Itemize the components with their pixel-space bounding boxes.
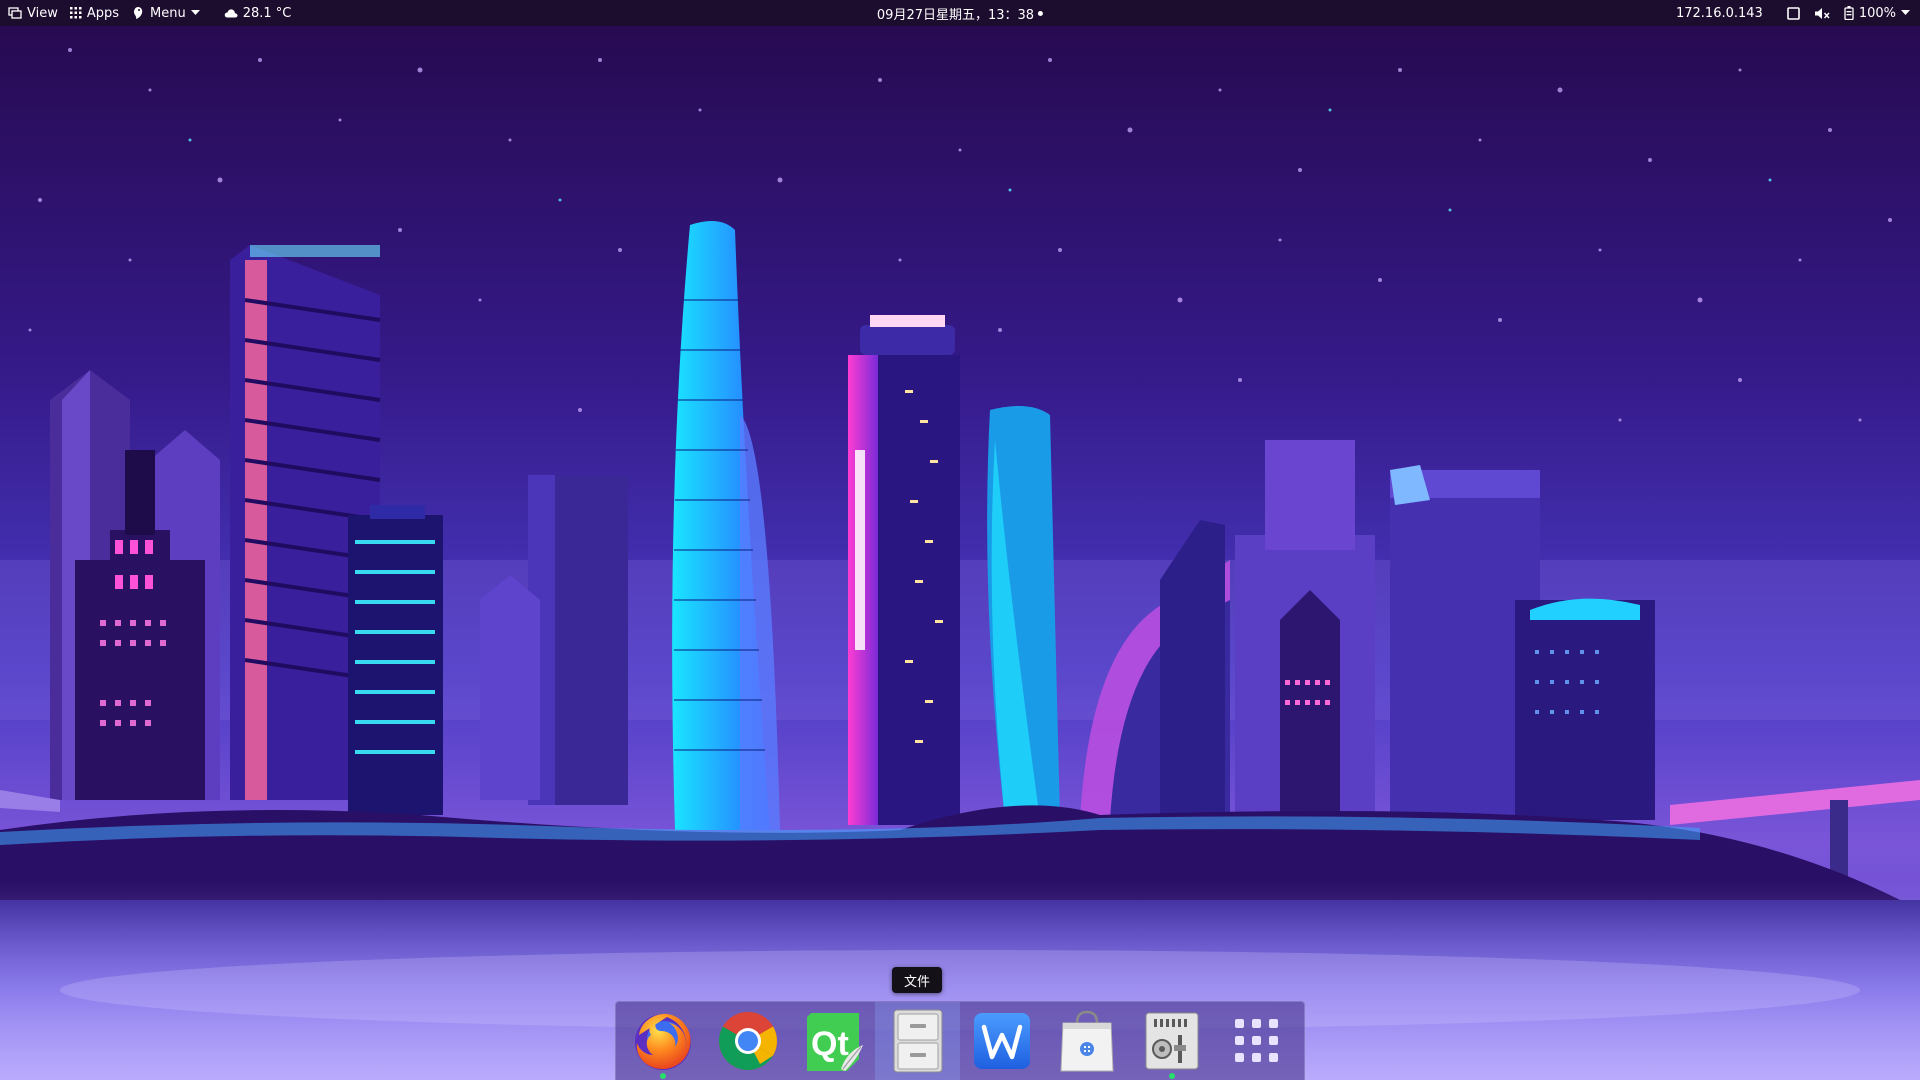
wallpaper [0, 0, 1920, 1080]
view-button[interactable]: View [2, 0, 64, 26]
window-icon [1787, 6, 1800, 20]
chevron-down-icon [190, 10, 200, 16]
wps-icon [972, 1011, 1032, 1071]
firefox-icon [631, 1009, 695, 1073]
panel-left-group: View Apps Menu 28.1 °C [2, 0, 297, 26]
cloud-icon [224, 8, 238, 18]
ip-address-text: 172.16.0.143 [1675, 5, 1763, 21]
menu-label: Menu [150, 5, 186, 21]
battery-text: 100% [1858, 5, 1896, 21]
chevron-down-icon [1901, 10, 1910, 16]
battery-indicator[interactable]: 100% [1838, 0, 1916, 26]
window-indicator[interactable] [1781, 0, 1806, 26]
qt-icon: Qt [801, 1009, 865, 1073]
settings-panel-icon [1142, 1009, 1202, 1073]
dock-item-file-manager[interactable] [875, 1002, 960, 1080]
chrome-icon [716, 1009, 780, 1073]
notification-dot [1038, 10, 1044, 16]
view-label: View [27, 5, 58, 21]
clock[interactable]: 09月27日星期五，13：38 [876, 4, 1044, 23]
menu-icon [131, 6, 145, 20]
battery-icon [1844, 6, 1854, 20]
volume-muted-icon [1814, 7, 1830, 20]
desktop: View Apps Menu 28.1 °C 09月27日星期五，13：38 1… [0, 0, 1920, 1080]
datetime-text: 09月27日星期五，13：38 [876, 7, 1035, 23]
volume-indicator[interactable] [1808, 0, 1836, 26]
apps-button[interactable]: Apps [64, 0, 125, 26]
top-panel: View Apps Menu 28.1 °C 09月27日星期五，13：38 1… [0, 0, 1920, 26]
running-indicator [1168, 1073, 1175, 1079]
dock-item-wps-writer[interactable] [960, 1002, 1045, 1080]
menu-button[interactable]: Menu [125, 0, 206, 26]
dock-item-firefox[interactable] [621, 1002, 706, 1080]
weather-indicator[interactable]: 28.1 °C [218, 0, 298, 26]
running-indicator [660, 1073, 667, 1079]
dock-item-qt-creator[interactable]: Qt [791, 1002, 876, 1080]
dock: Qt [615, 1001, 1305, 1080]
weather-text: 28.1 °C [242, 5, 292, 21]
file-cabinet-icon [890, 1008, 946, 1074]
qt-label: Qt [811, 1025, 849, 1063]
apps-grid-icon [69, 7, 82, 19]
app-grid-icon [1231, 1015, 1283, 1067]
view-icon [8, 7, 22, 19]
panel-right-group: 172.16.0.143 100% [1670, 0, 1916, 26]
tooltip-text: 文件 [903, 974, 930, 990]
apps-label: Apps [86, 5, 120, 21]
dock-item-chrome[interactable] [706, 1002, 791, 1080]
dock-tooltip: 文件 [892, 967, 942, 993]
dock-item-app-launcher[interactable] [1214, 1002, 1299, 1080]
shopping-bag-icon [1057, 1009, 1117, 1073]
dock-item-system-settings[interactable] [1130, 1002, 1215, 1080]
ip-address-indicator[interactable]: 172.16.0.143 [1670, 0, 1769, 26]
city-night-wallpaper [0, 0, 1920, 1080]
dock-item-software-store[interactable] [1045, 1002, 1130, 1080]
